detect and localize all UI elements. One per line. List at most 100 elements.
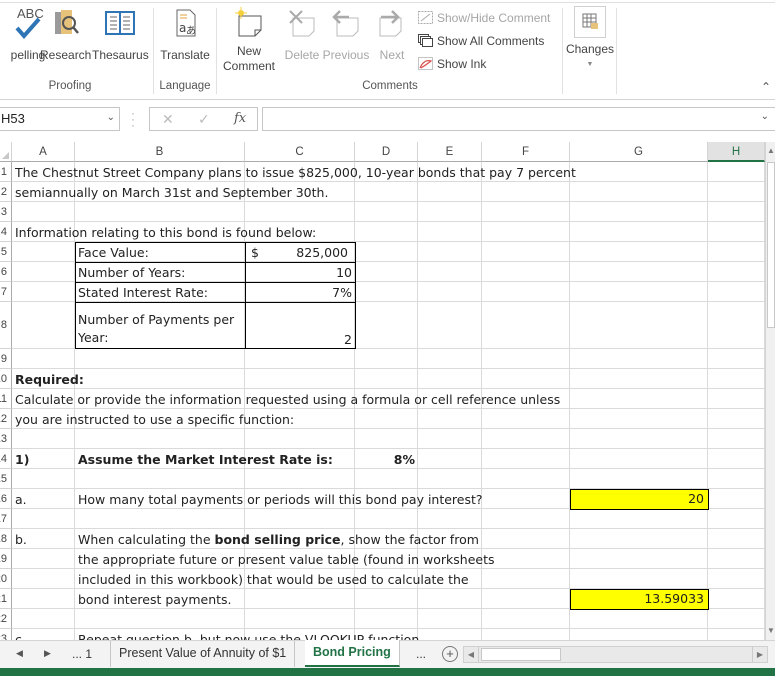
scroll-up-icon[interactable]: ▲ <box>766 142 775 160</box>
row-header-8[interactable]: 8 <box>0 302 12 349</box>
expand-formula-bar-icon[interactable]: ⌄ <box>761 111 769 122</box>
next-comment-button[interactable]: Next <box>372 6 412 63</box>
show-all-comments-label: Show All Comments <box>437 34 545 48</box>
delete-comment-button[interactable]: Delete <box>280 6 324 63</box>
spreadsheet-grid[interactable]: A B C D E F G H 123456789101112131415161… <box>0 142 765 640</box>
row-header-2[interactable]: 2 <box>0 182 12 202</box>
vertical-scrollbar[interactable]: ▲ ▼ <box>765 142 775 640</box>
cell-c7[interactable]: 7% <box>245 283 355 303</box>
row-header-19[interactable]: 19 <box>0 549 12 569</box>
row-header-10[interactable]: 10 <box>0 369 12 389</box>
cell-a16[interactable]: a. <box>12 490 30 510</box>
cell-a12[interactable]: you are instructed to use a specific fun… <box>12 410 297 430</box>
new-comment-button[interactable]: New Comment <box>220 6 278 74</box>
answer-cell-g16[interactable]: 20 <box>570 489 709 510</box>
cancel-entry-icon[interactable]: ✕ <box>162 111 174 128</box>
cell-b18-text-end: , show the factor from <box>340 532 479 547</box>
cell-b16[interactable]: How many total payments or periods will … <box>75 490 486 510</box>
cell-a14[interactable]: 1) <box>12 450 32 470</box>
cell-b19[interactable]: the appropriate future or present value … <box>75 550 498 570</box>
column-header-b[interactable]: B <box>75 142 245 162</box>
horizontal-scrollbar[interactable]: ◀ ▶ <box>463 646 768 663</box>
row-header-5[interactable]: 5 <box>0 242 12 262</box>
name-box-dropdown-icon[interactable]: ⌄ <box>107 112 115 123</box>
cell-b18[interactable]: When calculating the bond selling price,… <box>75 530 482 550</box>
row-header-4[interactable]: 4 <box>0 222 12 242</box>
row-header-12[interactable]: 12 <box>0 409 12 429</box>
scroll-left-icon[interactable]: ◀ <box>464 647 479 662</box>
cell-a4[interactable]: Information relating to this bond is fou… <box>12 223 319 243</box>
cell-a18[interactable]: b. <box>12 530 30 550</box>
previous-sheet-icon[interactable]: ◀ <box>16 648 23 659</box>
row-header-17[interactable]: 17 <box>0 509 12 529</box>
thesaurus-button[interactable]: Thesaurus <box>92 6 149 63</box>
show-all-comments-button[interactable]: Show All Comments <box>418 32 544 50</box>
cell-a10[interactable]: Required: <box>12 370 87 390</box>
row-header-18[interactable]: 18 <box>0 529 12 549</box>
changes-button[interactable]: Changes ▼ <box>565 6 615 72</box>
cell-a1[interactable]: The Chestnut Street Company plans to iss… <box>12 163 579 183</box>
insert-function-icon[interactable]: fx <box>234 111 246 126</box>
cell-b20[interactable]: included in this workbook) that would be… <box>75 570 472 590</box>
cell-b23[interactable]: Repeat question b, but now use the VLOOK… <box>75 630 426 640</box>
cell-b14[interactable]: Assume the Market Interest Rate is: <box>75 450 336 470</box>
formula-bar-resize-handle[interactable]: · · · <box>131 107 135 131</box>
cell-a23[interactable]: c. <box>12 630 29 640</box>
sheet-overflow-left[interactable]: ... 1 <box>72 647 92 661</box>
show-hide-comment-button[interactable]: Show/Hide Comment <box>418 9 550 27</box>
column-header-c[interactable]: C <box>245 142 355 162</box>
show-ink-button[interactable]: Show Ink <box>418 55 486 73</box>
vertical-scroll-thumb[interactable] <box>767 162 775 328</box>
cell-c8[interactable]: 2 <box>245 330 355 350</box>
row-header-7[interactable]: 7 <box>0 282 12 302</box>
collapse-ribbon-icon[interactable]: ⌃ <box>761 80 771 94</box>
row-header-21[interactable]: 21 <box>0 589 12 609</box>
horizontal-scroll-thumb[interactable] <box>481 648 561 661</box>
cell-d14[interactable]: 8% <box>355 450 418 470</box>
status-bar <box>0 668 775 676</box>
row-header-20[interactable]: 20 <box>0 569 12 589</box>
research-button[interactable]: Research <box>40 6 91 63</box>
column-header-a[interactable]: A <box>12 142 75 162</box>
row-header-23[interactable]: 23 <box>0 629 12 640</box>
row-header-3[interactable]: 3 <box>0 202 12 222</box>
cell-b21[interactable]: bond interest payments. <box>75 590 235 610</box>
cell-b6[interactable]: Number of Years: <box>75 263 188 283</box>
row-header-22[interactable]: 22 <box>0 609 12 629</box>
row-header-11[interactable]: 11 <box>0 389 12 409</box>
cell-c6[interactable]: 10 <box>245 263 355 283</box>
sheet-overflow-right[interactable]: ... <box>416 647 426 661</box>
column-header-h[interactable]: H <box>708 142 765 162</box>
translate-button[interactable]: aあ Translate <box>158 6 212 63</box>
name-box[interactable]: H53 ⌄ <box>0 107 120 131</box>
column-header-g[interactable]: G <box>570 142 708 162</box>
row-header-6[interactable]: 6 <box>0 262 12 282</box>
row-header-15[interactable]: 15 <box>0 469 12 489</box>
cell-b5[interactable]: Face Value: <box>75 243 152 263</box>
cell-c5[interactable]: 825,000 <box>245 243 351 263</box>
add-sheet-button[interactable]: + <box>442 646 458 662</box>
sheet-tab-bond-pricing[interactable]: Bond Pricing <box>305 640 400 667</box>
ribbon: ABC pelling Research Thesaurus Proofing … <box>0 0 775 100</box>
column-header-f[interactable]: F <box>482 142 570 162</box>
scroll-right-icon[interactable]: ▶ <box>752 647 767 662</box>
cell-b8-line1[interactable]: Number of Payments per <box>75 310 237 330</box>
row-header-14[interactable]: 14 <box>0 449 12 469</box>
column-header-d[interactable]: D <box>355 142 418 162</box>
confirm-entry-icon[interactable]: ✓ <box>198 111 210 128</box>
previous-comment-button[interactable]: Previous <box>322 6 370 63</box>
sheet-tab-present-value-annuity[interactable]: Present Value of Annuity of $1 <box>110 641 296 667</box>
cell-a2[interactable]: semiannually on March 31st and September… <box>12 183 331 203</box>
next-sheet-icon[interactable]: ▶ <box>44 648 51 659</box>
formula-input[interactable] <box>262 107 775 131</box>
cell-a11[interactable]: Calculate or provide the information req… <box>12 390 563 410</box>
row-header-1[interactable]: 1 <box>0 162 12 182</box>
row-header-16[interactable]: 16 <box>0 489 12 509</box>
row-header-9[interactable]: 9 <box>0 349 12 369</box>
row-header-13[interactable]: 13 <box>0 429 12 449</box>
column-header-e[interactable]: E <box>418 142 482 162</box>
scroll-down-icon[interactable]: ▼ <box>766 622 775 640</box>
answer-cell-g21[interactable]: 13.59033 <box>570 589 709 610</box>
cell-b7[interactable]: Stated Interest Rate: <box>75 283 211 303</box>
select-all-button[interactable] <box>0 142 12 162</box>
